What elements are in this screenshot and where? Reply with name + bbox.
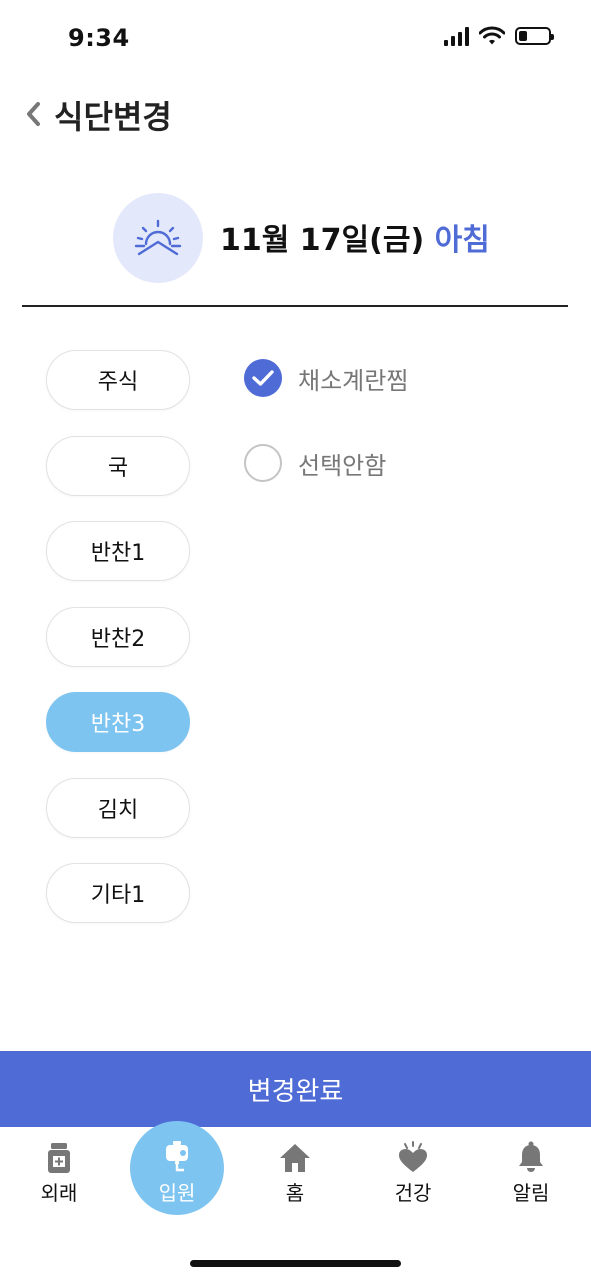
wifi-icon bbox=[479, 26, 505, 45]
category-pill-soup[interactable]: 국 bbox=[46, 435, 190, 496]
meal-type: 아침 bbox=[434, 223, 490, 258]
tab-label: 홈 bbox=[285, 1181, 305, 1205]
meal-date: 11월 17일(금) bbox=[220, 223, 425, 258]
tab-outpatient[interactable]: 외래 bbox=[19, 1139, 99, 1206]
back-button[interactable] bbox=[18, 96, 48, 132]
tab-home[interactable]: 홈 bbox=[255, 1139, 335, 1206]
bell-icon bbox=[519, 1141, 543, 1172]
category-pill-main[interactable]: 주식 bbox=[46, 350, 190, 410]
tab-label: 알림 bbox=[512, 1181, 550, 1205]
category-list: 주식 국 반찬1 반찬2 반찬3 김치 기타1 bbox=[46, 350, 190, 949]
page-title: 식단변경 bbox=[54, 98, 172, 136]
radio-unchecked[interactable] bbox=[244, 444, 282, 482]
meal-date-heading: 11월 17일(금) 아침 bbox=[220, 215, 490, 259]
category-pill-side2[interactable]: 반찬2 bbox=[46, 606, 190, 667]
radio-checked[interactable] bbox=[244, 359, 282, 397]
checkmark-icon bbox=[252, 370, 274, 386]
category-pill-side3[interactable]: 반찬3 bbox=[46, 692, 190, 752]
menu-option[interactable]: 채소계란찜 bbox=[244, 359, 408, 397]
category-pill-kimchi[interactable]: 김치 bbox=[46, 777, 190, 838]
tab-label: 입원 bbox=[158, 1181, 196, 1205]
tab-bar: 외래 입원 홈 건강 알림 bbox=[0, 1121, 591, 1280]
tab-label: 외래 bbox=[40, 1181, 78, 1205]
tab-health[interactable]: 건강 bbox=[373, 1139, 453, 1206]
sunrise-icon bbox=[134, 219, 182, 256]
category-pill-side1[interactable]: 반찬1 bbox=[46, 521, 190, 581]
menu-option[interactable]: 선택안함 bbox=[244, 444, 386, 482]
menu-option-label: 채소계란찜 bbox=[298, 366, 409, 395]
home-indicator bbox=[190, 1260, 401, 1267]
complete-button[interactable]: 변경완료 bbox=[0, 1051, 591, 1127]
battery-icon bbox=[515, 27, 554, 45]
status-icons bbox=[444, 26, 554, 46]
heart-icon bbox=[399, 1141, 427, 1172]
medicine-bottle-icon bbox=[48, 1143, 70, 1173]
tab-inpatient[interactable]: 입원 bbox=[137, 1139, 217, 1206]
tab-label: 건강 bbox=[394, 1181, 432, 1205]
status-time: 9:34 bbox=[68, 24, 130, 52]
signal-icon bbox=[444, 26, 469, 46]
iv-bag-icon bbox=[166, 1141, 188, 1172]
chevron-left-icon bbox=[27, 102, 40, 126]
tab-notifications[interactable]: 알림 bbox=[491, 1139, 571, 1206]
divider bbox=[22, 305, 568, 307]
home-icon bbox=[280, 1144, 310, 1172]
meal-time-badge bbox=[113, 193, 203, 283]
category-pill-etc1[interactable]: 기타1 bbox=[46, 863, 190, 923]
menu-option-label: 선택안함 bbox=[298, 451, 387, 480]
